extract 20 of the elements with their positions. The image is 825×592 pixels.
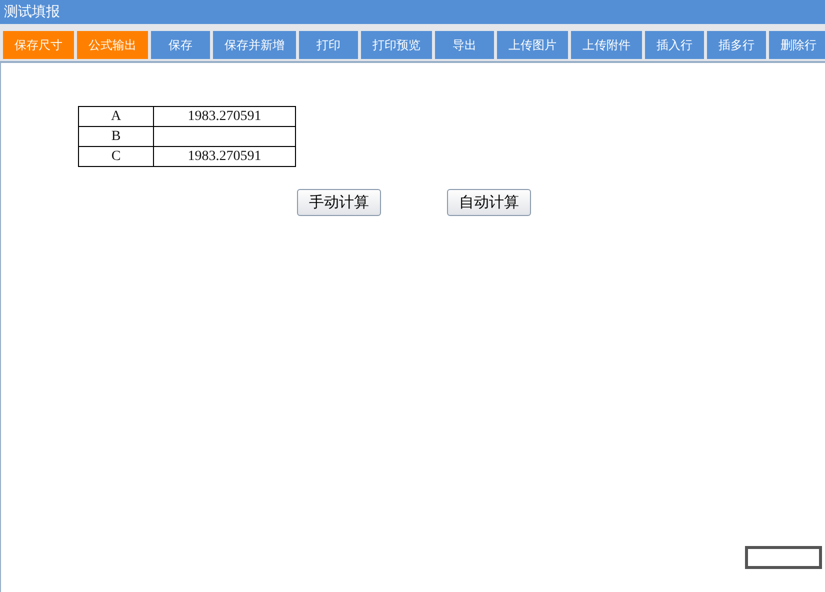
calculate-button[interactable]: 手动计算 [297, 189, 381, 216]
toolbar-button[interactable]: 保存 [151, 31, 210, 59]
toolbar-button[interactable]: 公式输出 [77, 31, 148, 59]
window-title: 测试填报 [0, 0, 825, 24]
table-cell: C [78, 146, 154, 166]
table-cell: A [78, 106, 154, 126]
table-cell: 1983.270591 [154, 146, 296, 166]
table-cell: 1983.270591 [154, 106, 296, 126]
toolbar-button[interactable]: 删除行 [769, 31, 825, 59]
toolbar-button[interactable]: 保存尺寸 [3, 31, 74, 59]
table-cell: B [78, 126, 154, 146]
toolbar-button[interactable]: 打印 [299, 31, 358, 59]
toolbar-button[interactable]: 插入行 [645, 31, 704, 59]
toolbar-button[interactable]: 保存并新增 [213, 31, 296, 59]
calculate-button[interactable]: 自动计算 [447, 189, 531, 216]
toolbar-button[interactable]: 插多行 [707, 31, 766, 59]
toolbar-button[interactable]: 打印预览 [361, 31, 432, 59]
toolbar-button[interactable]: 导出 [435, 31, 494, 59]
toolbar-button[interactable]: 上传图片 [497, 31, 568, 59]
toolbar-button[interactable]: 上传附件 [571, 31, 642, 59]
